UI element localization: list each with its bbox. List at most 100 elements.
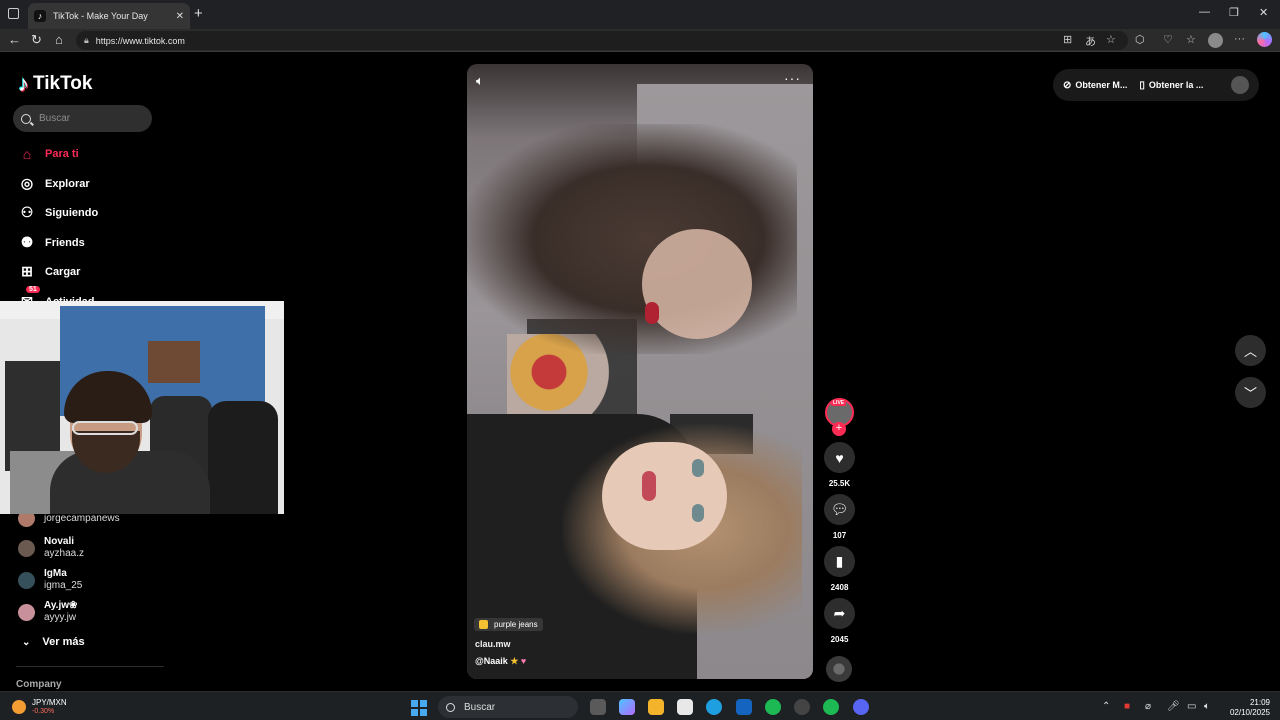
taskbar-search[interactable]: Buscar bbox=[438, 696, 578, 718]
url-field[interactable]: 🔒︎ https://www.tiktok.com bbox=[76, 31, 1128, 50]
home-browser-icon[interactable]: ⌂ bbox=[55, 32, 63, 47]
recording-icon[interactable]: ■ bbox=[1124, 701, 1130, 712]
search-placeholder: Buscar bbox=[39, 113, 71, 124]
following-item[interactable]: IgMa igma_25 bbox=[18, 568, 82, 592]
edge-icon[interactable] bbox=[706, 699, 722, 715]
read-aloud-icon[interactable]: あ bbox=[1085, 33, 1096, 49]
refresh-icon[interactable]: ↻ bbox=[31, 32, 42, 48]
get-app-button[interactable]: ▯ Obtener la ... bbox=[1139, 80, 1203, 91]
maximize-window-button[interactable]: ❐ bbox=[1229, 6, 1239, 19]
music-disc-icon[interactable] bbox=[826, 656, 852, 682]
settings-more-icon[interactable]: ··· bbox=[1234, 33, 1245, 45]
video-author[interactable]: clau.mw bbox=[475, 639, 511, 649]
caption-emojis: ★ bbox=[510, 656, 521, 666]
close-tab-icon[interactable]: ✕ bbox=[176, 11, 184, 22]
stock-change: -0.30% bbox=[32, 708, 55, 715]
windows-taskbar: JPY/MXN -0.30% Buscar ⌃ ■ ⌀ 🎤︎ ▭ 🔈︎ 21:0… bbox=[0, 691, 1280, 720]
app-available-icon[interactable]: ⊞ bbox=[1063, 33, 1072, 46]
see-more-label: Ver más bbox=[42, 636, 85, 648]
task-view-icon[interactable] bbox=[590, 699, 606, 715]
url-text: https://www.tiktok.com bbox=[95, 35, 185, 46]
copilot-icon[interactable] bbox=[1257, 32, 1272, 47]
follow-plus-button[interactable]: + bbox=[832, 422, 846, 436]
store-icon[interactable] bbox=[677, 699, 693, 715]
outlook-icon[interactable] bbox=[736, 699, 752, 715]
tray-chevron-icon[interactable]: ⌃ bbox=[1102, 701, 1110, 712]
comment-action[interactable]: 💬︎ 107 bbox=[824, 494, 855, 540]
get-coins-button[interactable]: ⊘ Obtener M... bbox=[1063, 80, 1127, 91]
upload-icon: ⊞ bbox=[21, 263, 33, 279]
sidebar-item-label: Explorar bbox=[45, 177, 90, 190]
tiktok-favicon-icon: ♪ bbox=[34, 10, 46, 22]
clock[interactable]: 21:09 02/10/2025 bbox=[1226, 698, 1270, 718]
favorite-star-icon[interactable]: ☆ bbox=[1106, 33, 1116, 46]
volume-tray-icon[interactable]: 🔈︎ bbox=[1204, 701, 1210, 712]
heart-icon[interactable]: ♥ bbox=[824, 442, 855, 473]
video-person2-face bbox=[602, 442, 727, 550]
music-tag[interactable]: purple jeans bbox=[474, 618, 543, 631]
footer-company-heading[interactable]: Company bbox=[16, 679, 62, 690]
minimize-window-button[interactable]: — bbox=[1199, 6, 1210, 18]
start-button[interactable] bbox=[411, 700, 427, 716]
browser-tab[interactable]: ♪ TikTok - Make Your Day ✕ bbox=[28, 3, 190, 29]
copilot-app-icon[interactable] bbox=[619, 699, 635, 715]
spotify-alt-icon[interactable] bbox=[823, 699, 839, 715]
webcam-person-glasses bbox=[72, 421, 138, 435]
close-window-button[interactable]: ✕ bbox=[1259, 6, 1268, 19]
display-icon[interactable]: ▭ bbox=[1187, 701, 1196, 712]
webcam-cabinet bbox=[148, 341, 200, 383]
browser-tab-bar: ♪ TikTok - Make Your Day ✕ + — ❐ ✕ bbox=[0, 0, 1280, 29]
sidebar-item-friends[interactable]: ⚉ Friends bbox=[18, 234, 85, 251]
share-action[interactable]: ➦ 2045 bbox=[824, 598, 855, 644]
brand-name: TikTok bbox=[33, 73, 93, 94]
file-explorer-icon[interactable] bbox=[648, 699, 664, 715]
microphone-icon[interactable]: 🎤︎ bbox=[1167, 701, 1180, 712]
following-item[interactable]: Ay.jw❀ ayyy.jw bbox=[18, 600, 77, 624]
following-handle: igma_25 bbox=[44, 580, 83, 591]
spotify-icon[interactable] bbox=[765, 699, 781, 715]
chatgpt-icon[interactable] bbox=[794, 699, 810, 715]
discord-icon[interactable] bbox=[853, 699, 869, 715]
see-more-button[interactable]: ⌄ Ver más bbox=[22, 636, 85, 648]
clock-date: 02/10/2025 bbox=[1229, 708, 1270, 717]
taskbar-search-label: Buscar bbox=[464, 701, 496, 713]
more-options-icon[interactable]: ··· bbox=[784, 70, 801, 86]
top-right-bar: ⊘ Obtener M... ▯ Obtener la ... bbox=[1053, 69, 1259, 101]
user-avatar[interactable] bbox=[1231, 76, 1249, 94]
next-video-button[interactable]: ﹀ bbox=[1235, 377, 1266, 408]
sidebar-item-cargar[interactable]: ⊞ Cargar bbox=[18, 263, 80, 280]
sidebar-item-explorar[interactable]: ◎ Explorar bbox=[18, 175, 90, 192]
extensions-icon[interactable]: ⬡ bbox=[1135, 33, 1145, 46]
caption-mention[interactable]: @Naaik bbox=[475, 656, 508, 666]
sidebar-item-para-ti[interactable]: ⌂ Para ti bbox=[18, 146, 79, 162]
avatar bbox=[18, 571, 35, 589]
share-icon[interactable]: ➦ bbox=[824, 598, 855, 629]
following-item[interactable]: Novali ayzhaa.z bbox=[18, 536, 84, 560]
stock-widget[interactable]: JPY/MXN -0.30% bbox=[12, 698, 67, 716]
following-handle: ayzhaa.z bbox=[44, 548, 85, 559]
chevron-down-icon: ⌄ bbox=[22, 636, 31, 648]
browser-essentials-icon[interactable]: ♡ bbox=[1163, 33, 1173, 46]
network-off-icon[interactable]: ⌀ bbox=[1145, 701, 1151, 712]
save-action[interactable]: ▮ 2408 bbox=[824, 546, 855, 592]
comment-icon[interactable]: 💬︎ bbox=[824, 494, 855, 525]
volume-icon[interactable]: 🔈︎ bbox=[476, 73, 484, 89]
like-action[interactable]: ♥ 25.5K bbox=[824, 442, 855, 488]
save-count: 2408 bbox=[830, 583, 849, 592]
search-input[interactable]: Buscar bbox=[13, 105, 152, 132]
bookmark-icon[interactable]: ▮ bbox=[824, 546, 855, 577]
profile-avatar-icon[interactable] bbox=[1208, 33, 1223, 48]
following-name: IgMa bbox=[44, 568, 67, 579]
tab-actions-icon[interactable] bbox=[8, 8, 19, 19]
following-handle: ayyy.jw bbox=[44, 612, 77, 623]
music-title: purple jeans bbox=[494, 620, 538, 629]
previous-video-button[interactable]: ︿ bbox=[1235, 335, 1266, 366]
tiktok-logo[interactable]: ♪ TikTok bbox=[18, 71, 92, 97]
favorites-icon[interactable]: ☆ bbox=[1186, 33, 1196, 46]
avatar bbox=[18, 603, 35, 621]
video-player[interactable]: 🔈︎ ··· purple jeans clau.mw @Naaik ★ ♥ bbox=[467, 64, 813, 679]
new-tab-button[interactable]: + bbox=[194, 5, 203, 22]
back-icon[interactable]: ← bbox=[8, 32, 21, 47]
sidebar-item-siguiendo[interactable]: ⚇ Siguiendo bbox=[18, 204, 98, 221]
friends-icon: ⚉ bbox=[20, 234, 34, 250]
